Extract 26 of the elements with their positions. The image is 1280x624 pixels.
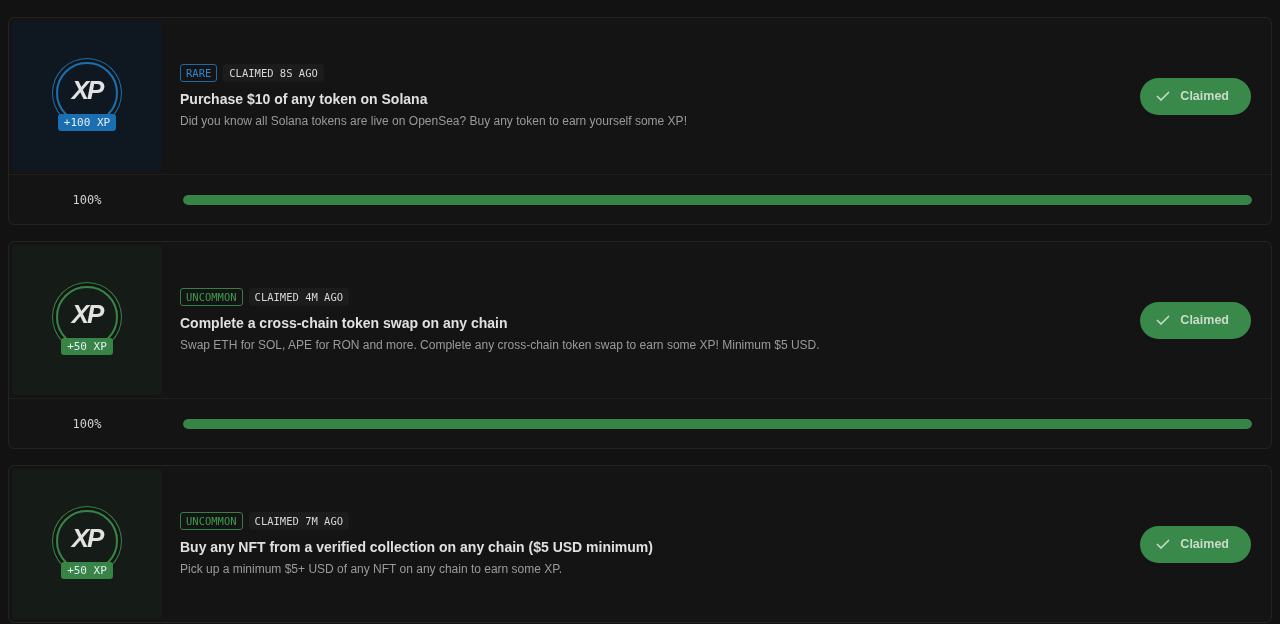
quest-description: Did you know all Solana tokens are live on OpenSea? Buy any token to earn yourself some XP! <box>180 114 688 128</box>
quest-title: Complete a cross-chain token swap on any chain <box>180 315 509 331</box>
rarity-tag: UNCOMMON <box>180 288 243 306</box>
quest-description: Pick up a minimum $5+ USD of any NFT on any chain to earn some XP. <box>180 562 564 576</box>
xp-logo: XP <box>71 75 103 106</box>
reward-badge: +50 XP <box>61 561 113 579</box>
check-icon <box>1156 91 1171 101</box>
rarity-tag: UNCOMMON <box>180 512 243 530</box>
claimed-button[interactable]: Claimed <box>1140 525 1251 563</box>
quest-title: Purchase $10 of any token on Solana <box>180 91 429 107</box>
xp-logo: XP <box>71 299 103 330</box>
claimed-button[interactable]: Claimed <box>1140 301 1251 339</box>
claimed-tag: CLAIMED 4M AGO <box>248 288 350 306</box>
reward-badge: +100 XP <box>57 113 117 131</box>
quest-description: Swap ETH for SOL, APE for RON and more. Complete any cross-chain token swap to earn some XP! Minimum $5 USD. <box>180 338 821 352</box>
claimed-tag: CLAIMED 7M AGO <box>248 512 350 530</box>
rarity-tag: RARE <box>180 64 218 82</box>
progress-percent: 100% <box>71 416 103 431</box>
check-icon <box>1156 315 1171 325</box>
claimed-button[interactable]: Claimed <box>1140 77 1251 115</box>
reward-badge: +50 XP <box>61 337 113 355</box>
claimed-tag: CLAIMED 8S AGO <box>223 64 324 82</box>
check-icon <box>1156 539 1171 549</box>
progress-percent: 100% <box>71 192 103 207</box>
xp-logo: XP <box>71 523 103 554</box>
quest-title: Buy any NFT from a verified collection on any chain ($5 USD minimum) <box>180 539 654 555</box>
